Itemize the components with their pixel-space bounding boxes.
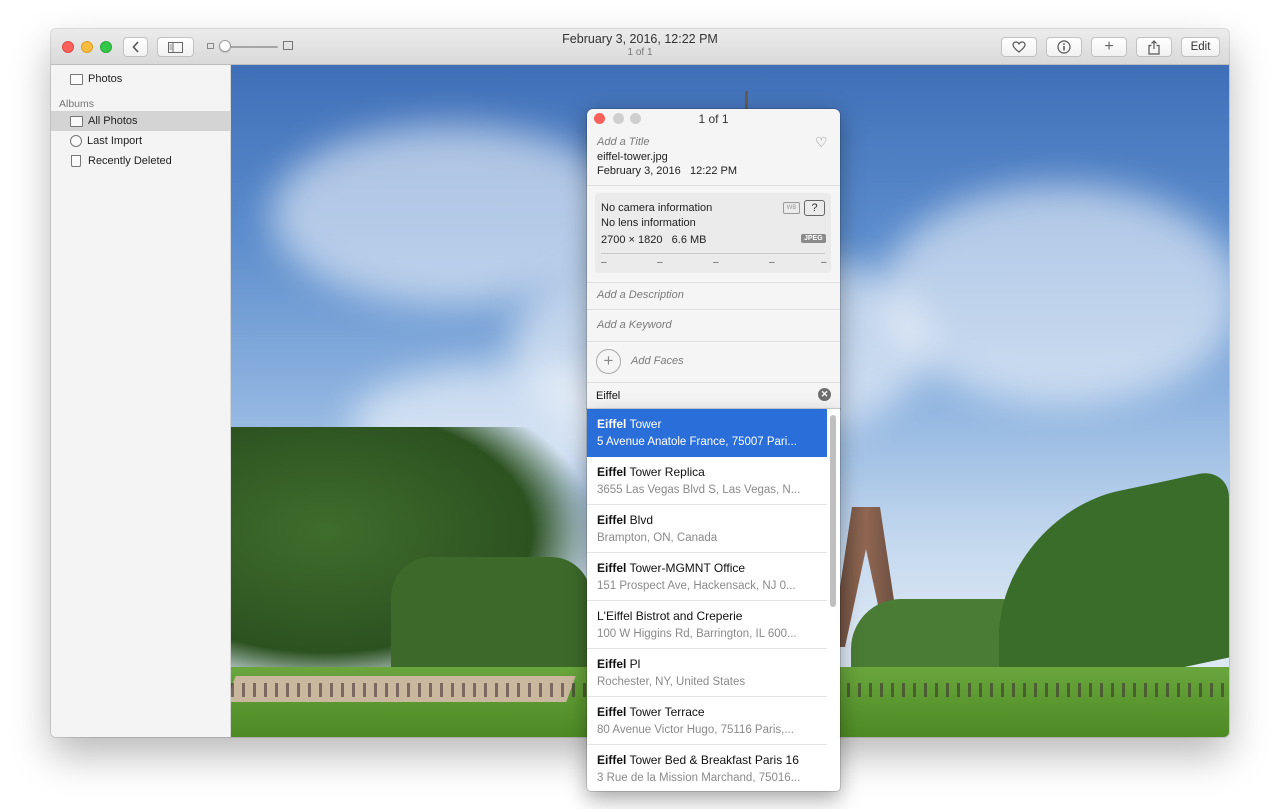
- photo-hedge-left: [391, 557, 591, 677]
- suggestion-item[interactable]: Eiffel Tower Replica 3655 Las Vegas Blvd…: [587, 457, 827, 505]
- suggestion-name: Eiffel Blvd: [597, 513, 654, 527]
- exif-value: –: [657, 257, 663, 268]
- info-panel-title: 1 of 1: [698, 112, 729, 126]
- sidebar-item-recently-deleted[interactable]: Recently Deleted: [51, 151, 231, 171]
- add-description-field[interactable]: Add a Description: [597, 289, 684, 301]
- trash-icon: [71, 155, 81, 167]
- divider: [587, 341, 840, 342]
- suggestion-name: Eiffel Tower Terrace: [597, 705, 705, 719]
- photo-date: February 3, 2016: [597, 165, 681, 177]
- divider: [587, 382, 840, 383]
- exif-value: –: [713, 257, 719, 268]
- white-balance-icon: WB: [783, 202, 800, 214]
- help-icon[interactable]: ?: [804, 200, 825, 216]
- info-favorite-heart-icon[interactable]: ♡: [815, 134, 828, 151]
- sidebar-item-label: Photos: [88, 73, 123, 85]
- lens-info: No lens information: [601, 217, 696, 229]
- exif-value: –: [769, 257, 775, 268]
- info-button[interactable]: [1046, 37, 1082, 57]
- suggestion-name: Eiffel Pl: [597, 657, 641, 671]
- share-button[interactable]: [1136, 37, 1172, 57]
- clear-search-icon[interactable]: ✕: [818, 388, 831, 401]
- photos-icon: [70, 73, 83, 85]
- image-size: 6.6 MB: [671, 234, 707, 246]
- divider: [587, 185, 840, 186]
- add-faces-button[interactable]: +: [596, 349, 621, 374]
- suggestion-address: 151 Prospect Ave, Hackensack, NJ 0...: [597, 580, 796, 592]
- add-button[interactable]: +: [1091, 37, 1127, 57]
- sidebar-section-header: Albums: [59, 98, 95, 110]
- camera-info: No camera information: [601, 202, 713, 214]
- exif-value: –: [601, 257, 607, 268]
- photo-time: 12:22 PM: [689, 165, 738, 177]
- format-badge: JPEG: [801, 234, 826, 243]
- suggestion-item[interactable]: Eiffel Tower-MGMNT Office 151 Prospect A…: [587, 553, 827, 601]
- sidebar-item-label: Recently Deleted: [88, 155, 172, 167]
- photos-stack-icon: [70, 115, 83, 127]
- sidebar-item-all-photos[interactable]: All Photos: [51, 111, 231, 131]
- sidebar-item-label: All Photos: [88, 115, 138, 127]
- suggestion-item[interactable]: Eiffel Tower 5 Avenue Anatole France, 75…: [587, 409, 827, 457]
- suggestion-item[interactable]: Eiffel Blvd Brampton, ON, Canada: [587, 505, 827, 553]
- filename: eiffel-tower.jpg: [597, 151, 668, 163]
- photo-tower-spire: [745, 91, 748, 109]
- divider: [587, 309, 840, 310]
- photo-cloud: [881, 185, 1229, 405]
- suggestion-item[interactable]: Eiffel Tower Bed & Breakfast Paris 16 3 …: [587, 745, 827, 791]
- info-icon: [1057, 40, 1071, 54]
- suggestion-name: Eiffel Tower Replica: [597, 465, 705, 479]
- add-faces-label[interactable]: Add Faces: [631, 355, 684, 367]
- add-title-field[interactable]: Add a Title: [597, 136, 650, 148]
- divider: [601, 253, 825, 254]
- photo-datetime: February 3, 2016 12:22 PM: [597, 165, 737, 177]
- suggestion-address: 5 Avenue Anatole France, 75007 Pari...: [597, 436, 797, 448]
- scrollbar[interactable]: [830, 415, 836, 607]
- image-dimensions: 2700 × 1820: [601, 234, 663, 246]
- suggestion-address: 80 Avenue Victor Hugo, 75116 Paris,...: [597, 724, 794, 736]
- suggestion-item[interactable]: Eiffel Tower Terrace 80 Avenue Victor Hu…: [587, 697, 827, 745]
- share-icon: [1148, 39, 1160, 55]
- exif-value: –: [821, 257, 827, 268]
- location-suggestions: Eiffel Tower 5 Avenue Anatole France, 75…: [587, 409, 840, 791]
- suggestion-address: 3655 Las Vegas Blvd S, Las Vegas, N...: [597, 484, 801, 496]
- sidebar-item-last-import[interactable]: Last Import: [51, 131, 231, 151]
- info-panel: 1 of 1 ♡ Add a Title eiffel-tower.jpg Fe…: [587, 109, 840, 409]
- info-panel-titlebar: 1 of 1: [587, 109, 840, 129]
- sidebar: Photos Albums All Photos Last Import Rec…: [51, 65, 231, 737]
- image-dimensions-size: 2700 × 1820 6.6 MB: [601, 234, 707, 246]
- divider: [587, 282, 840, 283]
- edit-button[interactable]: Edit: [1181, 37, 1220, 57]
- location-search-input[interactable]: [596, 390, 806, 402]
- suggestion-name: Eiffel Tower Bed & Breakfast Paris 16: [597, 753, 799, 767]
- title-bar: February 3, 2016, 12:22 PM 1 of 1 + Edit: [51, 29, 1229, 65]
- sidebar-item-label: Last Import: [87, 135, 143, 147]
- suggestion-name: Eiffel Tower: [597, 417, 662, 431]
- suggestion-address: Rochester, NY, United States: [597, 676, 746, 688]
- clock-icon: [70, 135, 82, 147]
- favorite-button[interactable]: [1001, 37, 1037, 57]
- suggestion-address: Brampton, ON, Canada: [597, 532, 718, 544]
- suggestion-address: 100 W Higgins Rd, Barrington, IL 600...: [597, 628, 797, 640]
- suggestion-item[interactable]: L'Eiffel Bistrot and Creperie 100 W Higg…: [587, 601, 827, 649]
- heart-icon: [1012, 41, 1026, 53]
- add-keyword-field[interactable]: Add a Keyword: [597, 319, 672, 331]
- camera-info-box: No camera information No lens informatio…: [595, 193, 831, 273]
- suggestion-name: L'Eiffel Bistrot and Creperie: [597, 609, 743, 623]
- suggestion-address: 3 Rue de la Mission Marchand, 75016...: [597, 772, 801, 784]
- sidebar-item-photos[interactable]: Photos: [51, 69, 231, 89]
- suggestion-name: Eiffel Tower-MGMNT Office: [597, 561, 746, 575]
- suggestion-item[interactable]: Eiffel Pl Rochester, NY, United States: [587, 649, 827, 697]
